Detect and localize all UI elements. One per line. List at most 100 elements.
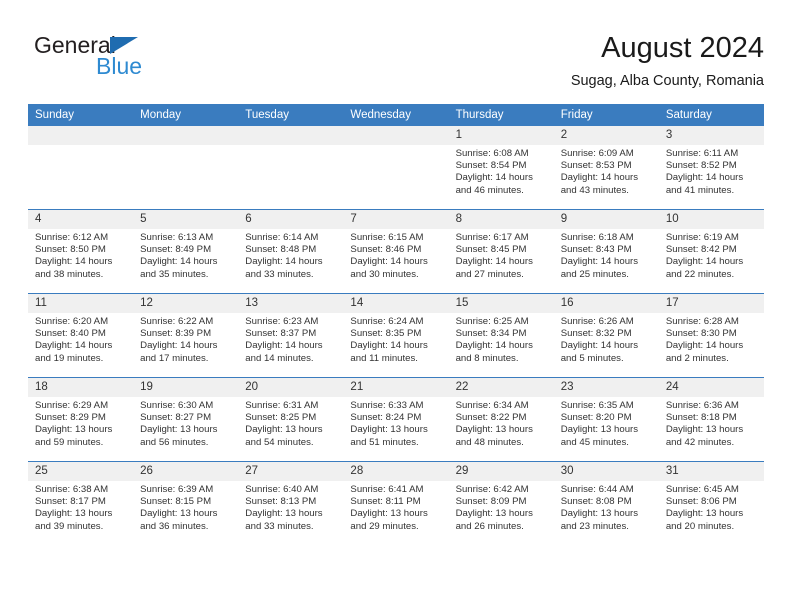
day-details: Sunrise: 6:23 AM Sunset: 8:37 PM Daylight:…	[238, 313, 343, 365]
day-details: Sunrise: 6:19 AM Sunset: 8:42 PM Daylight:…	[659, 229, 764, 281]
day-cell-inner	[238, 126, 344, 209]
daylight-text-line2: and 42 minutes.	[665, 436, 735, 448]
calendar-day-cell: 28 Sunrise: 6:41 AM Sunset: 8:11 PM Dayligh…	[343, 461, 449, 545]
sunrise-text: Sunrise: 6:14 AM	[245, 232, 319, 243]
daylight-text-line1: Daylight: 14 hours	[35, 256, 113, 268]
daylight-text-line1: Daylight: 13 hours	[35, 424, 113, 436]
sunset-text: Sunset: 8:06 PM	[665, 496, 737, 508]
day-cell-inner: 2 Sunrise: 6:09 AM Sunset: 8:53 PM Daylight…	[553, 126, 659, 209]
sunset-text: Sunset: 8:20 PM	[560, 412, 632, 424]
daylight-text-line1: Daylight: 13 hours	[560, 424, 639, 436]
daylight-text-line1: Daylight: 13 hours	[560, 508, 639, 520]
daylight-text-line1: Daylight: 13 hours	[140, 508, 218, 520]
calendar-day-cell: 24 Sunrise: 6:36 AM Sunset: 8:18 PM Dayligh…	[658, 377, 764, 462]
sunrise-text: Sunrise: 6:41 AM	[350, 484, 424, 495]
logo-text-blue: Blue	[96, 53, 143, 79]
day-number: 27	[238, 462, 344, 481]
sunrise-text: Sunrise: 6:42 AM	[455, 484, 529, 495]
sunset-text: Sunset: 8:08 PM	[560, 496, 632, 508]
daylight-text-line2: and 20 minutes.	[665, 520, 735, 532]
daylight-text-line2: and 19 minutes.	[35, 352, 104, 364]
daylight-text-line1: Daylight: 14 hours	[560, 256, 639, 268]
calendar-week-row: 1 Sunrise: 6:08 AM Sunset: 8:54 PM Daylight…	[28, 126, 764, 210]
calendar-day-cell: 15 Sunrise: 6:25 AM Sunset: 8:34 PM Dayligh…	[448, 293, 554, 378]
day-details: Sunrise: 6:36 AM Sunset: 8:18 PM Daylight:…	[659, 397, 764, 449]
daylight-text-line1: Daylight: 14 hours	[665, 340, 744, 352]
day-cell-inner: 23 Sunrise: 6:35 AM Sunset: 8:20 PM Dayligh…	[553, 378, 659, 461]
calendar-day-cell: 3 Sunrise: 6:11 AM Sunset: 8:52 PM Daylight…	[658, 126, 764, 210]
daylight-text-line2: and 29 minutes.	[350, 520, 419, 532]
day-details: Sunrise: 6:42 AM Sunset: 8:09 PM Daylight:…	[449, 481, 554, 533]
calendar-week-row: 25 Sunrise: 6:38 AM Sunset: 8:17 PM Dayligh…	[28, 461, 764, 545]
day-details: Sunrise: 6:15 AM Sunset: 8:46 PM Daylight:…	[343, 229, 448, 281]
day-number: 29	[448, 462, 554, 481]
daylight-text-line2: and 59 minutes.	[35, 436, 104, 448]
day-cell-inner: 31 Sunrise: 6:45 AM Sunset: 8:06 PM Dayligh…	[658, 462, 764, 545]
calendar-table: Sunday Monday Tuesday Wednesday Thursday…	[28, 104, 764, 545]
day-cell-inner: 4 Sunrise: 6:12 AM Sunset: 8:50 PM Daylight…	[28, 210, 134, 293]
day-cell-inner: 17 Sunrise: 6:28 AM Sunset: 8:30 PM Dayligh…	[658, 294, 764, 377]
sunset-text: Sunset: 8:15 PM	[140, 496, 212, 508]
day-number: 28	[343, 462, 449, 481]
day-number: 10	[658, 210, 764, 229]
calendar-day-cell: 17 Sunrise: 6:28 AM Sunset: 8:30 PM Dayligh…	[658, 293, 764, 378]
day-details: Sunrise: 6:33 AM Sunset: 8:24 PM Daylight:…	[343, 397, 448, 449]
daylight-text-line1: Daylight: 13 hours	[455, 424, 533, 436]
daylight-text-line1: Daylight: 14 hours	[560, 172, 639, 184]
calendar-day-cell: 12 Sunrise: 6:22 AM Sunset: 8:39 PM Dayligh…	[133, 293, 239, 378]
day-number: 2	[553, 126, 659, 145]
daylight-text-line2: and 43 minutes.	[560, 184, 629, 196]
sunrise-text: Sunrise: 6:26 AM	[560, 316, 634, 327]
calendar-day-cell: 16 Sunrise: 6:26 AM Sunset: 8:32 PM Dayligh…	[553, 293, 659, 378]
day-details: Sunrise: 6:39 AM Sunset: 8:15 PM Daylight:…	[133, 481, 238, 533]
daylight-text-line1: Daylight: 14 hours	[35, 340, 113, 352]
page-header: General Blue August 2024 Sugag, Alba Cou…	[28, 30, 764, 98]
day-details: Sunrise: 6:40 AM Sunset: 8:13 PM Daylight:…	[238, 481, 343, 533]
day-details: Sunrise: 6:08 AM Sunset: 8:54 PM Daylight:…	[449, 145, 554, 197]
sunrise-text: Sunrise: 6:15 AM	[350, 232, 424, 243]
sunset-text: Sunset: 8:25 PM	[245, 412, 317, 424]
day-cell-inner: 12 Sunrise: 6:22 AM Sunset: 8:39 PM Dayligh…	[133, 294, 239, 377]
day-details: Sunrise: 6:11 AM Sunset: 8:52 PM Daylight:…	[659, 145, 764, 197]
day-details: Sunrise: 6:09 AM Sunset: 8:53 PM Daylight:…	[554, 145, 659, 197]
sunset-text: Sunset: 8:52 PM	[665, 160, 737, 172]
sunset-text: Sunset: 8:13 PM	[245, 496, 317, 508]
sunset-text: Sunset: 8:35 PM	[350, 328, 422, 340]
day-number: 17	[658, 294, 764, 313]
sunrise-text: Sunrise: 6:18 AM	[560, 232, 634, 243]
calendar-day-cell: 7 Sunrise: 6:15 AM Sunset: 8:46 PM Daylight…	[343, 209, 449, 294]
day-cell-inner: 7 Sunrise: 6:15 AM Sunset: 8:46 PM Daylight…	[343, 210, 449, 293]
daylight-text-line1: Daylight: 14 hours	[665, 256, 744, 268]
daylight-text-line2: and 23 minutes.	[560, 520, 629, 532]
daylight-text-line1: Daylight: 14 hours	[350, 256, 428, 268]
sunset-text: Sunset: 8:43 PM	[560, 244, 632, 256]
day-number: 6	[238, 210, 344, 229]
day-cell-inner	[133, 126, 239, 209]
day-cell-inner: 18 Sunrise: 6:29 AM Sunset: 8:29 PM Dayligh…	[28, 378, 134, 461]
calendar-day-cell-empty	[28, 126, 134, 210]
daylight-text-line1: Daylight: 14 hours	[455, 340, 533, 352]
sunrise-text: Sunrise: 6:31 AM	[245, 400, 319, 411]
daylight-text-line1: Daylight: 14 hours	[665, 172, 744, 184]
day-details: Sunrise: 6:13 AM Sunset: 8:49 PM Daylight:…	[133, 229, 238, 281]
daylight-text-line2: and 54 minutes.	[245, 436, 314, 448]
daylight-text-line1: Daylight: 14 hours	[455, 256, 533, 268]
day-number: 15	[448, 294, 554, 313]
weekday-header-friday: Friday	[553, 104, 659, 126]
calendar-week-row: 4 Sunrise: 6:12 AM Sunset: 8:50 PM Daylight…	[28, 209, 764, 294]
sunrise-text: Sunrise: 6:22 AM	[140, 316, 214, 327]
daylight-text-line2: and 33 minutes.	[245, 520, 314, 532]
day-details: Sunrise: 6:14 AM Sunset: 8:48 PM Daylight:…	[238, 229, 343, 281]
daylight-text-line2: and 14 minutes.	[245, 352, 314, 364]
day-number: 1	[448, 126, 554, 145]
daylight-text-line1: Daylight: 13 hours	[245, 424, 323, 436]
general-blue-logo[interactable]: General Blue	[34, 32, 244, 88]
daylight-text-line2: and 5 minutes.	[560, 352, 624, 364]
daylight-text-line2: and 30 minutes.	[350, 268, 419, 280]
day-number: 14	[343, 294, 449, 313]
sunrise-text: Sunrise: 6:40 AM	[245, 484, 319, 495]
day-details: Sunrise: 6:29 AM Sunset: 8:29 PM Daylight:…	[28, 397, 133, 449]
weekday-header-sunday: Sunday	[28, 104, 134, 126]
day-cell-inner: 11 Sunrise: 6:20 AM Sunset: 8:40 PM Dayligh…	[28, 294, 134, 377]
daylight-text-line1: Daylight: 14 hours	[350, 340, 428, 352]
